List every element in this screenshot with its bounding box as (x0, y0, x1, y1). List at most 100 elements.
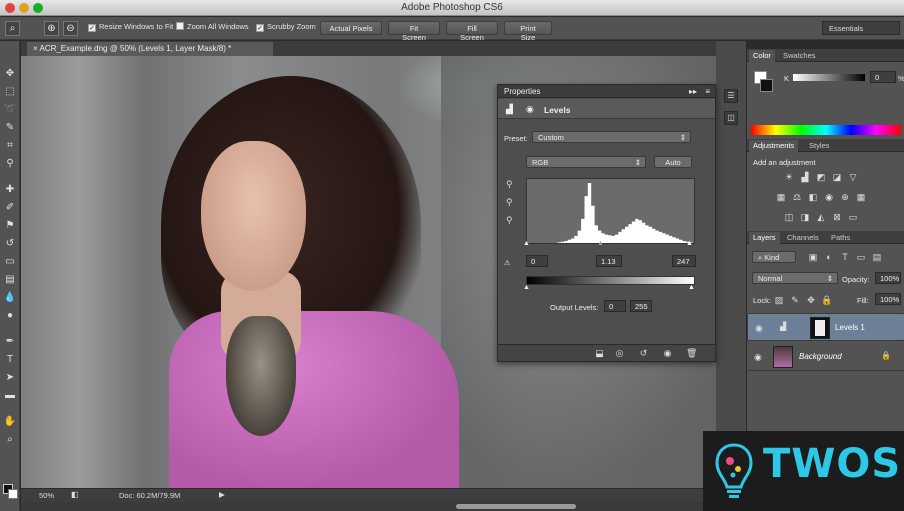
lasso-tool-icon[interactable]: ➰ (3, 103, 17, 117)
horizontal-scrollbar[interactable] (21, 502, 746, 511)
marquee-tool-icon[interactable]: ⬚ (3, 85, 17, 99)
filter-smart-icon[interactable]: ▤ (871, 251, 883, 263)
path-select-tool-icon[interactable]: ➤ (3, 371, 17, 385)
selective-color-icon[interactable]: ⊠ (831, 211, 843, 223)
color-lookup-icon[interactable]: ▦ (855, 191, 867, 203)
zoom-out-icon[interactable]: ⊖ (63, 21, 78, 36)
properties-panel-icon[interactable]: ◫ (724, 111, 738, 125)
crop-tool-icon[interactable]: ⌗ (3, 139, 17, 153)
tab-styles[interactable]: Styles (805, 140, 833, 152)
view-previous-icon[interactable]: ◎ (614, 348, 625, 359)
exposure-icon[interactable]: ◪ (831, 171, 843, 183)
layer-thumbnail[interactable] (773, 346, 793, 368)
resize-windows-checkbox[interactable]: ✓ Resize Windows to Fit (88, 22, 173, 32)
zoom-in-icon[interactable]: ⊕ (44, 21, 59, 36)
document-tab[interactable]: × ACR_Example.dng @ 50% (Levels 1, Layer… (27, 42, 273, 56)
gradient-map-icon[interactable]: ▭ (847, 211, 859, 223)
gray-eyedropper-icon[interactable]: ⚲ (506, 197, 516, 207)
input-black-field[interactable]: 0 (526, 255, 548, 267)
healing-brush-tool-icon[interactable]: ✚ (3, 183, 17, 197)
blend-mode-select[interactable]: Normal ⇕ (752, 272, 838, 284)
preset-select[interactable]: Custom ⇕ (532, 131, 691, 143)
layer-filter-kind[interactable]: ⌕ Kind (752, 251, 796, 263)
output-white-slider[interactable]: ▲ (688, 284, 695, 291)
color-balance-icon[interactable]: ⚖ (791, 191, 803, 203)
gradient-tool-icon[interactable]: ▤ (3, 273, 17, 287)
lock-all-icon[interactable]: 🔒 (821, 294, 833, 306)
brush-tool-icon[interactable]: ✐ (3, 201, 17, 215)
input-white-slider[interactable]: ▲ (686, 240, 693, 247)
type-tool-icon[interactable]: T (3, 353, 17, 367)
eraser-tool-icon[interactable]: ▭ (3, 255, 17, 269)
filter-pixel-icon[interactable]: ▣ (807, 251, 819, 263)
tab-paths[interactable]: Paths (827, 232, 854, 244)
fill-screen-button[interactable]: Fill Screen (446, 21, 498, 42)
pen-tool-icon[interactable]: ✒ (3, 335, 17, 349)
history-panel-icon[interactable]: ☰ (724, 89, 738, 103)
zoom-tool-sidebar-icon[interactable]: ⌕ (3, 433, 17, 447)
layer-name[interactable]: Background (799, 352, 842, 361)
scrollbar-thumb[interactable] (456, 504, 576, 509)
clone-stamp-tool-icon[interactable]: ⚑ (3, 219, 17, 233)
output-black-slider[interactable]: ▲ (523, 284, 530, 291)
input-black-slider[interactable]: ▲ (523, 240, 530, 247)
dodge-tool-icon[interactable]: ● (3, 309, 17, 323)
eye-icon[interactable]: ◉ (755, 323, 763, 334)
k-field[interactable]: 0 (870, 71, 896, 83)
black-white-icon[interactable]: ◧ (807, 191, 819, 203)
lock-position-icon[interactable]: ✥ (805, 294, 817, 306)
auto-button[interactable]: Auto (654, 156, 692, 168)
filter-type-icon[interactable]: T (839, 251, 851, 263)
zoom-tool-icon[interactable]: ⌕ (5, 21, 20, 36)
output-white-field[interactable]: 255 (630, 300, 652, 312)
zoom-level[interactable]: 50% (39, 491, 54, 500)
channel-select[interactable]: RGB ⇕ (526, 156, 646, 168)
layer-row-levels[interactable]: ◉ ▟ Levels 1 (747, 313, 904, 341)
print-size-button[interactable]: Print Size (504, 21, 552, 42)
delete-icon[interactable]: 🗑 (686, 348, 697, 359)
layer-row-background[interactable]: ◉ Background 🔒 (747, 343, 904, 371)
visibility-eye-icon[interactable]: ◉ (662, 348, 673, 359)
lock-pixels-icon[interactable]: ✎ (789, 294, 801, 306)
vibrance-icon[interactable]: ▽ (847, 171, 859, 183)
channel-mixer-icon[interactable]: ⊕ (839, 191, 851, 203)
brightness-icon[interactable]: ☀ (783, 171, 795, 183)
curves-icon[interactable]: ◩ (815, 171, 827, 183)
filter-shape-icon[interactable]: ▭ (855, 251, 867, 263)
k-slider[interactable] (793, 74, 865, 81)
input-gamma-slider[interactable]: ▲ (597, 240, 604, 247)
filter-adjustment-icon[interactable]: ◐ (823, 251, 835, 263)
fill-field[interactable]: 100% (875, 293, 901, 305)
mask-icon[interactable]: ◉ (526, 104, 534, 115)
clip-to-layer-icon[interactable]: ⬓ (594, 348, 605, 359)
workspace-select[interactable]: Essentials (822, 21, 900, 35)
zoom-all-windows-checkbox[interactable]: Zoom All Windows (176, 22, 249, 31)
blur-tool-icon[interactable]: 💧 (3, 291, 17, 305)
clip-warning-icon[interactable]: ⚠ (504, 259, 510, 267)
move-tool-icon[interactable]: ✥ (3, 67, 17, 81)
output-black-field[interactable]: 0 (604, 300, 626, 312)
black-eyedropper-icon[interactable]: ⚲ (506, 179, 516, 189)
history-brush-tool-icon[interactable]: ↺ (3, 237, 17, 251)
tab-color[interactable]: Color (749, 50, 775, 62)
eyedropper-tool-icon[interactable]: ⚲ (3, 157, 17, 171)
threshold-icon[interactable]: ◭ (815, 211, 827, 223)
input-gamma-field[interactable]: 1.13 (596, 255, 622, 267)
background-color-swatch[interactable] (8, 489, 18, 499)
status-share-icon[interactable]: ◧ (71, 490, 79, 499)
hue-sat-icon[interactable]: ▦ (775, 191, 787, 203)
layer-name[interactable]: Levels 1 (835, 323, 865, 332)
quick-select-tool-icon[interactable]: ✎ (3, 121, 17, 135)
invert-icon[interactable]: ◫ (783, 211, 795, 223)
reset-icon[interactable]: ↺ (638, 348, 649, 359)
shape-tool-icon[interactable]: ▬ (3, 389, 17, 403)
lock-transparent-icon[interactable]: ▨ (773, 294, 785, 306)
posterize-icon[interactable]: ◨ (799, 211, 811, 223)
fit-screen-button[interactable]: Fit Screen (388, 21, 440, 42)
color-spectrum[interactable] (751, 125, 901, 135)
actual-pixels-button[interactable]: Actual Pixels (320, 21, 382, 35)
input-white-field[interactable]: 247 (672, 255, 696, 267)
tab-layers[interactable]: Layers (749, 232, 780, 244)
tab-swatches[interactable]: Swatches (779, 50, 820, 62)
status-menu-icon[interactable]: ▶ (219, 490, 225, 499)
